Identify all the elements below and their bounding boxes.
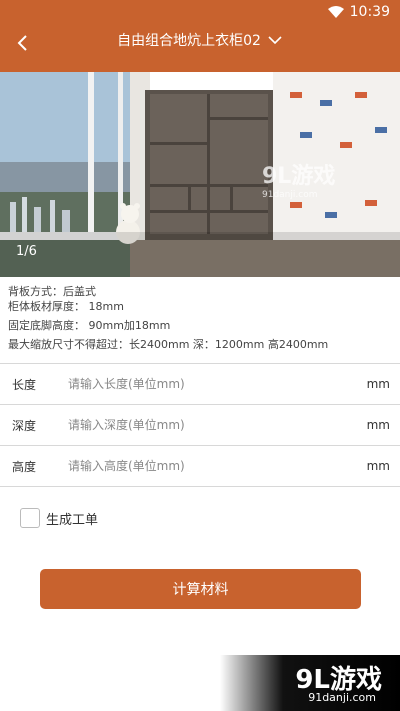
brand-watermark-url: 91danji.com <box>308 691 376 704</box>
height-row: 高度 mm <box>0 446 400 486</box>
spec-board-thickness: 柜体板材厚度： 18mm <box>8 300 124 313</box>
work-order-label: 生成工单 <box>46 512 99 528</box>
depth-label: 深度 <box>12 418 37 433</box>
image-watermark: 9L游戏 91danji.com <box>262 158 335 200</box>
chevron-down-icon <box>268 36 282 45</box>
brand-watermark: 9L游戏 91danji.com <box>220 655 400 711</box>
status-bar: 10:39 <box>327 2 390 22</box>
length-row: 长度 mm <box>0 364 400 404</box>
calculate-materials-button[interactable]: 计算材料 <box>40 569 361 609</box>
work-order-checkbox[interactable] <box>20 508 40 528</box>
spec-max-size: 最大缩放尺寸不得超过：长2400mm 深：1200mm 高2400mm <box>8 338 329 351</box>
app-header: 10:39 自由组合地炕上衣柜02 <box>0 0 400 72</box>
spec-backboard: 背板方式：后盖式 <box>8 285 96 298</box>
product-image-carousel[interactable]: 9L游戏 91danji.com 1/6 <box>0 72 400 277</box>
length-input[interactable] <box>68 377 360 391</box>
depth-input[interactable] <box>68 418 360 432</box>
height-input[interactable] <box>68 459 360 473</box>
depth-row: 深度 mm <box>0 405 400 445</box>
product-specs: 背板方式：后盖式 柜体板材厚度： 18mm 固定底脚高度： 90mm加18mm … <box>8 284 328 352</box>
length-label: 长度 <box>12 377 37 392</box>
height-unit: mm <box>366 459 390 473</box>
wifi-icon <box>327 6 344 18</box>
photo-counter: 1/6 <box>16 244 37 259</box>
depth-unit: mm <box>366 418 390 432</box>
length-unit: mm <box>366 377 390 391</box>
watermark-logo-text: 9L游戏 <box>262 164 336 189</box>
status-time: 10:39 <box>349 4 390 20</box>
height-label: 高度 <box>12 459 37 474</box>
spec-foot-height: 固定底脚高度： 90mm加18mm <box>8 319 171 332</box>
work-order-option[interactable]: 生成工单 <box>20 508 98 528</box>
page-title: 自由组合地炕上衣柜02 <box>117 33 261 49</box>
divider <box>0 486 400 487</box>
title-dropdown[interactable]: 自由组合地炕上衣柜02 <box>0 30 400 50</box>
wardrobe-photo <box>0 72 400 277</box>
watermark-url: 91danji.com <box>262 190 318 200</box>
